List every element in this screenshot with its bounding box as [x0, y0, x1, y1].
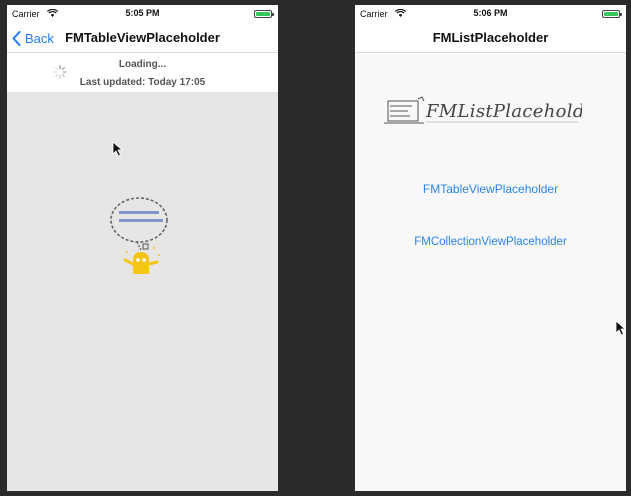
- navigation-bar: Back FMTableViewPlaceholder: [7, 23, 278, 53]
- battery-icon: [602, 10, 622, 18]
- pull-to-refresh-header: Loading... Last updated: Today 17:05: [7, 54, 278, 92]
- loading-label: Loading...: [118, 59, 167, 70]
- page-title: FMTableViewPlaceholder: [65, 30, 220, 45]
- last-updated-label: Last updated: Today 17:05: [79, 77, 206, 88]
- list-placeholder-screen: Carrier 5:06 PM FMListPlaceholder FMList…: [355, 5, 626, 491]
- navigation-bar: FMListPlaceholder: [355, 23, 626, 53]
- status-time: 5:06 PM: [473, 8, 508, 18]
- table-view-placeholder-link[interactable]: FMTableViewPlaceholder: [355, 182, 626, 196]
- status-bar: Carrier 5:05 PM: [7, 5, 278, 23]
- status-bar: Carrier 5:06 PM: [355, 5, 626, 23]
- table-view-screen: Carrier 5:05 PM Back FMTableViewPlacehol…: [7, 5, 278, 491]
- empty-placeholder-view[interactable]: [7, 92, 278, 491]
- svg-text:FMListPlaceholder: FMListPlaceholder: [425, 101, 582, 122]
- fmlistplaceholder-logo: FMListPlaceholder: [384, 96, 582, 124]
- page-title: FMListPlaceholder: [432, 30, 549, 45]
- collection-view-placeholder-link[interactable]: FMCollectionViewPlaceholder: [355, 236, 626, 248]
- battery-icon: [254, 10, 274, 18]
- mouse-cursor-icon: [615, 320, 627, 336]
- mouse-cursor-icon: [112, 141, 124, 157]
- empty-content-mascot-illustration: [110, 197, 168, 274]
- status-time: 5:05 PM: [125, 8, 160, 18]
